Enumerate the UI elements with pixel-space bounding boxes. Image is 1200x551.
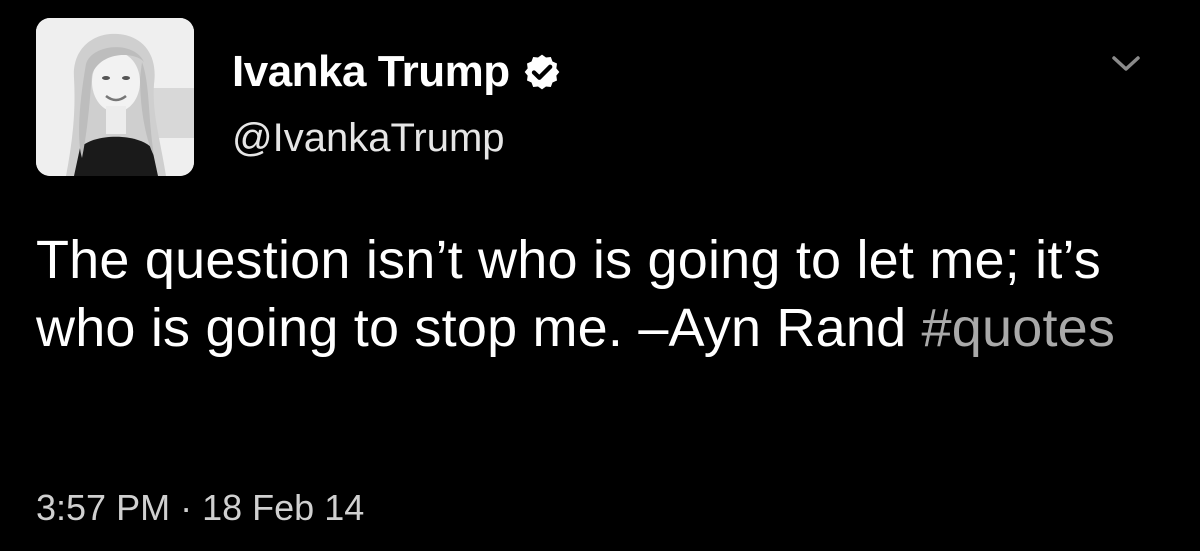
tweet-card: Ivanka Trump @IvankaTrump The question i…: [0, 0, 1200, 551]
verified-badge-icon: [522, 52, 562, 92]
tweet-timestamp[interactable]: 3:57 PM · 18 Feb 14: [36, 484, 364, 532]
avatar-photo: [36, 18, 194, 176]
tweet-text: The question isn’t who is going to let m…: [36, 226, 1176, 362]
chevron-down-icon[interactable]: [1106, 46, 1146, 80]
author-handle[interactable]: @IvankaTrump: [232, 112, 505, 164]
timestamp-separator: ·: [180, 487, 193, 528]
hashtag-link[interactable]: #quotes: [922, 298, 1116, 358]
author-display-name[interactable]: Ivanka Trump: [232, 44, 510, 100]
tweet-time: 3:57 PM: [36, 487, 171, 528]
avatar[interactable]: [36, 18, 194, 176]
author-name-row: Ivanka Trump: [232, 44, 562, 100]
tweet-date: 18 Feb 14: [202, 487, 365, 528]
